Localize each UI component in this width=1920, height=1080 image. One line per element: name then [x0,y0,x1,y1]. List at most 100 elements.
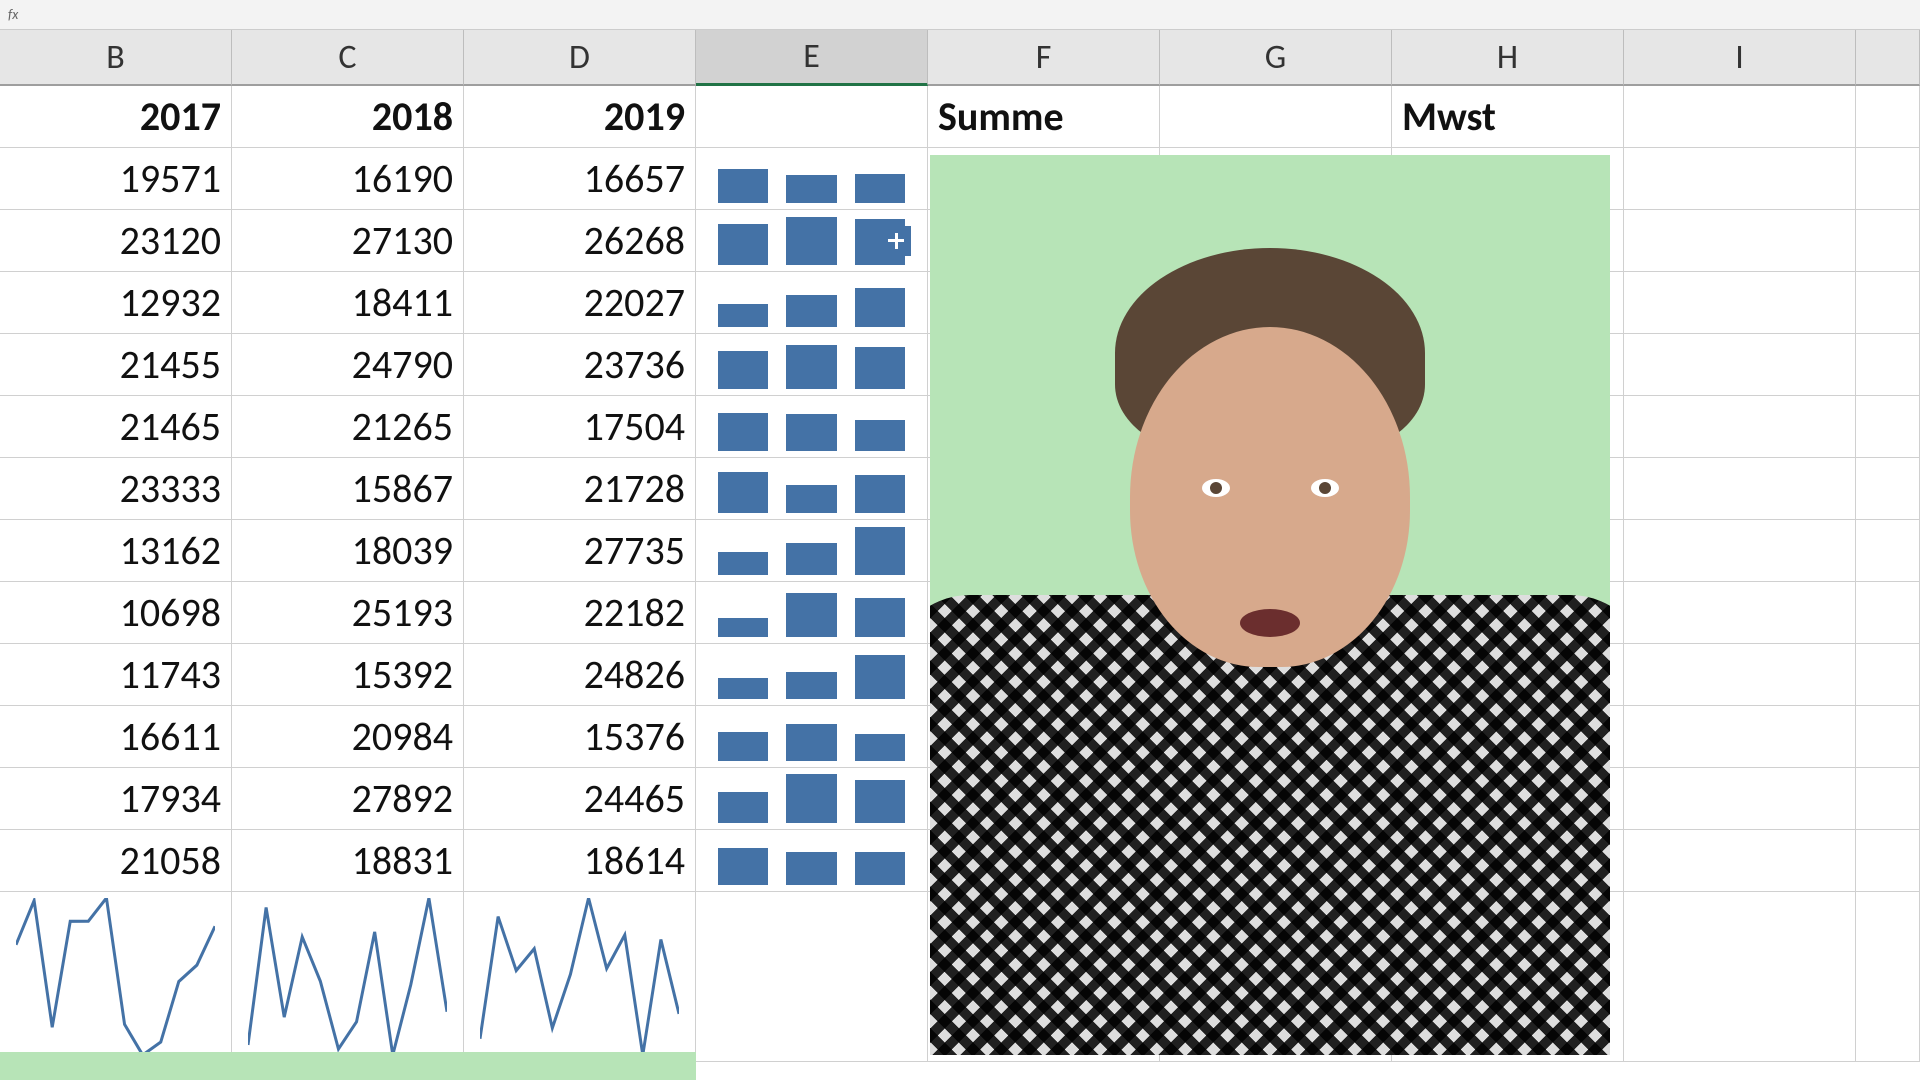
col-header-b[interactable]: B [0,30,232,86]
cell-sparkbar[interactable] [696,210,928,271]
sparkline-extra[interactable] [1856,892,1920,1061]
cell-sparkbar[interactable] [696,458,928,519]
cell-d[interactable]: 26268 [464,210,696,271]
cell-extra[interactable] [1856,582,1920,643]
cell-b[interactable]: 11743 [0,644,232,705]
cell-extra[interactable] [1856,520,1920,581]
cell-b[interactable]: 13162 [0,520,232,581]
header-2017[interactable]: 2017 [0,86,232,147]
cell-i[interactable] [1624,272,1856,333]
cell-extra[interactable] [1856,210,1920,271]
cell-i[interactable] [1624,210,1856,271]
cell-d[interactable]: 27735 [464,520,696,581]
formula-bar[interactable]: fx [0,0,1920,30]
cell-b[interactable]: 12932 [0,272,232,333]
col-header-extra[interactable] [1856,30,1920,86]
cell-c[interactable]: 15392 [232,644,464,705]
cell-d[interactable]: 17504 [464,396,696,457]
col-header-g[interactable]: G [1160,30,1392,86]
cell-c[interactable]: 18411 [232,272,464,333]
cell-i[interactable] [1624,148,1856,209]
cell-d[interactable]: 24826 [464,644,696,705]
cell-c[interactable]: 15867 [232,458,464,519]
cell-i[interactable] [1624,644,1856,705]
cell-c[interactable]: 25193 [232,582,464,643]
cell-extra[interactable] [1856,272,1920,333]
col-header-c[interactable]: C [232,30,464,86]
header-mwst[interactable]: Mwst [1392,86,1624,147]
header-e[interactable] [696,86,928,147]
sparkline-2019[interactable] [464,892,696,1061]
col-header-e[interactable]: E [696,30,928,86]
col-header-d[interactable]: D [464,30,696,86]
cell-i[interactable] [1624,706,1856,767]
cell-d[interactable]: 18614 [464,830,696,891]
cell-sparkbar[interactable] [696,768,928,829]
cell-c[interactable]: 18831 [232,830,464,891]
cell-extra[interactable] [1856,396,1920,457]
sparkline-e[interactable] [696,892,928,1061]
cell-i[interactable] [1624,458,1856,519]
cell-sparkbar[interactable] [696,830,928,891]
cell-i[interactable] [1624,334,1856,395]
cell-extra[interactable] [1856,458,1920,519]
header-g[interactable] [1160,86,1392,147]
cell-c[interactable]: 21265 [232,396,464,457]
cell-i[interactable] [1624,520,1856,581]
cell-b[interactable]: 10698 [0,582,232,643]
cell-b[interactable]: 23333 [0,458,232,519]
header-extra[interactable] [1856,86,1920,147]
cell-c[interactable]: 27892 [232,768,464,829]
cell-b[interactable]: 21455 [0,334,232,395]
cell-b[interactable]: 21465 [0,396,232,457]
cell-b[interactable]: 17934 [0,768,232,829]
cell-i[interactable] [1624,396,1856,457]
cell-sparkbar[interactable] [696,334,928,395]
cell-sparkbar[interactable] [696,582,928,643]
cell-d[interactable]: 22182 [464,582,696,643]
cell-extra[interactable] [1856,830,1920,891]
header-i[interactable] [1624,86,1856,147]
cell-extra[interactable] [1856,148,1920,209]
cell-d[interactable]: 23736 [464,334,696,395]
cell-i[interactable] [1624,830,1856,891]
cell-c[interactable]: 18039 [232,520,464,581]
cell-i[interactable] [1624,582,1856,643]
cell-b[interactable]: 19571 [0,148,232,209]
cell-extra[interactable] [1856,768,1920,829]
cell-c[interactable]: 16190 [232,148,464,209]
cell-sparkbar[interactable] [696,272,928,333]
cell-i[interactable] [1624,768,1856,829]
cell-c[interactable]: 27130 [232,210,464,271]
header-summe[interactable]: Summe [928,86,1160,147]
header-2019[interactable]: 2019 [464,86,696,147]
col-header-f[interactable]: F [928,30,1160,86]
col-header-h[interactable]: H [1392,30,1624,86]
header-2018[interactable]: 2018 [232,86,464,147]
cell-c[interactable]: 20984 [232,706,464,767]
cell-extra[interactable] [1856,644,1920,705]
cell-d[interactable]: 22027 [464,272,696,333]
sparkline-2018[interactable] [232,892,464,1061]
cell-b[interactable]: 16611 [0,706,232,767]
cell-d[interactable]: 16657 [464,148,696,209]
cell-sparkbar[interactable] [696,148,928,209]
cell-sparkbar[interactable] [696,644,928,705]
col-header-i[interactable]: I [1624,30,1856,86]
sparkline-2017[interactable] [0,892,232,1061]
cell-c[interactable]: 24790 [232,334,464,395]
cell-sparkbar[interactable] [696,396,928,457]
cell-d[interactable]: 21728 [464,458,696,519]
cell-sparkbar[interactable] [696,706,928,767]
cell-sparkbar[interactable] [696,520,928,581]
cell-extra[interactable] [1856,334,1920,395]
sparkline-i[interactable] [1624,892,1856,1061]
cell-b[interactable]: 23120 [0,210,232,271]
column-headers: B C D E F G H I [0,30,1920,86]
cell-b[interactable]: 21058 [0,830,232,891]
cell-d[interactable]: 24465 [464,768,696,829]
cell-d[interactable]: 15376 [464,706,696,767]
bar-2017 [718,848,768,885]
cell-extra[interactable] [1856,706,1920,767]
bar-2019 [855,288,905,327]
